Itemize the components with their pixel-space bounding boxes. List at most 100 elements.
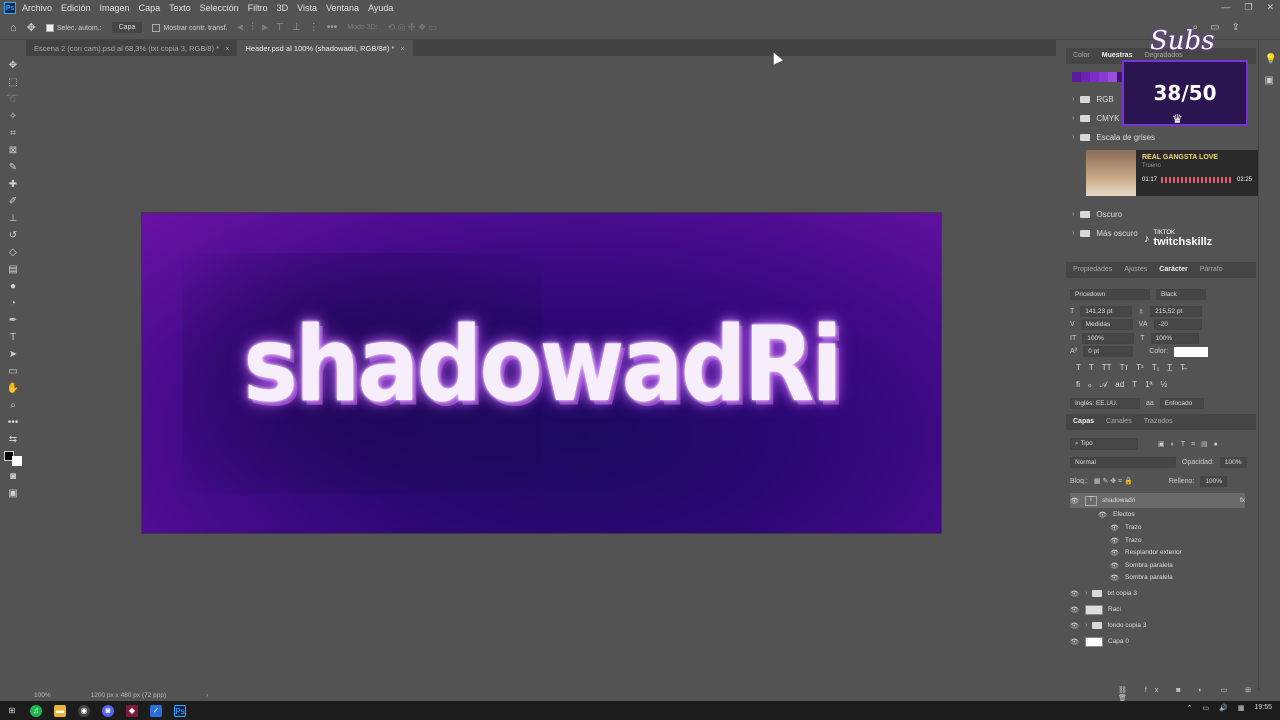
titling-icon[interactable]: T	[1132, 380, 1137, 390]
windows-start-icon[interactable]: ⊞	[6, 705, 18, 717]
color-swatch[interactable]	[1108, 72, 1117, 82]
align-top-icon[interactable]: ⊤	[275, 22, 284, 33]
fx-icon[interactable]: fx	[1240, 497, 1245, 504]
layer-effect-row[interactable]: 👁 Sombra paralela	[1070, 570, 1245, 585]
eye-icon[interactable]: 👁	[1110, 524, 1120, 532]
tab-trazados[interactable]: Trazados	[1144, 418, 1173, 426]
quick-mask-icon[interactable]: ◙	[6, 471, 20, 483]
lock-icons[interactable]: ▦ ✎ ✥ ⌗ 🔒	[1094, 477, 1133, 486]
learn-icon[interactable]: ▣	[1265, 75, 1275, 86]
type-tool-icon[interactable]: T	[6, 332, 20, 344]
shape-tool-icon[interactable]: ▭	[6, 366, 20, 378]
layers-footer-icons[interactable]: ⛓ fx ◙ ◐ ▭ ⊞ 🗑	[1118, 686, 1280, 702]
swash-icon[interactable]: 𝒜	[1100, 380, 1108, 390]
tab-parrafo[interactable]: Párrafo	[1200, 266, 1223, 274]
tab-canales[interactable]: Canales	[1106, 418, 1132, 426]
align-right-icon[interactable]: ⫸	[262, 22, 268, 33]
opacity-field[interactable]: 100%	[1219, 457, 1247, 468]
monitor-icon[interactable]: ▭	[1203, 704, 1210, 712]
close-icon[interactable]: ×	[400, 44, 404, 53]
kerning-field[interactable]: Medidas	[1080, 319, 1133, 330]
network-icon[interactable]: ▦	[1238, 704, 1245, 712]
gradient-tool-icon[interactable]: ▤	[6, 264, 20, 276]
tab-capas[interactable]: Capas	[1073, 418, 1094, 426]
tab-header[interactable]: Header.psd al 100% (shadowadri, RGB/8#) …	[237, 40, 413, 56]
crop-tool-icon[interactable]: ⌗	[6, 128, 20, 140]
fill-field[interactable]: 100%	[1200, 476, 1227, 487]
more-tools-icon[interactable]: •••	[6, 417, 20, 429]
eye-icon[interactable]: 👁	[1070, 590, 1080, 598]
auto-select-checkbox[interactable]: Selec. autom.:	[45, 23, 102, 32]
eyedropper-icon[interactable]: ✎	[6, 162, 20, 174]
faux-italic-icon[interactable]: T	[1089, 363, 1094, 372]
tab-muestras[interactable]: Muestras	[1102, 52, 1133, 60]
lasso-tool-icon[interactable]: ➰	[6, 94, 20, 106]
app-icon[interactable]: ✓	[150, 704, 162, 717]
eye-icon[interactable]: 👁	[1070, 497, 1080, 505]
small-caps-icon[interactable]: Tт	[1120, 363, 1129, 372]
show-transform-checkbox[interactable]: Mostrar contr. transf.	[152, 23, 228, 32]
clone-stamp-icon[interactable]: ⊥	[6, 213, 20, 225]
magic-wand-icon[interactable]: ✧	[6, 111, 20, 123]
menu-capa[interactable]: Capa	[139, 3, 161, 13]
file-explorer-icon[interactable]: ▬	[54, 704, 66, 717]
close-icon[interactable]: ×	[225, 44, 229, 53]
fractions-icon[interactable]: ½	[1161, 380, 1168, 390]
menu-3d[interactable]: 3D	[277, 3, 289, 13]
menu-ayuda[interactable]: Ayuda	[368, 3, 393, 13]
layer-row[interactable]: 👁 T shadowadri fx	[1070, 493, 1245, 508]
swatch-folder-oscuro[interactable]: › Oscuro	[1072, 210, 1122, 219]
close-icon[interactable]: ✕	[1266, 2, 1274, 13]
filter-icons[interactable]: ▣◐T⌗▤●	[1158, 440, 1224, 449]
subscript-icon[interactable]: T₁	[1152, 363, 1160, 372]
discretionary-icon[interactable]: ℴ	[1088, 380, 1092, 390]
antialias-select[interactable]: Enfocado	[1159, 398, 1204, 409]
move-tool-icon[interactable]: ✥	[27, 21, 36, 34]
layer-row[interactable]: 👁 Capa 0	[1070, 634, 1245, 649]
swatch-folder-rgb[interactable]: › RGB	[1072, 95, 1114, 104]
layer-select-dropdown[interactable]: Capa	[111, 22, 143, 33]
ordinals-icon[interactable]: 1ª	[1145, 380, 1152, 390]
photoshop-taskbar-icon[interactable]: Ps	[174, 704, 186, 717]
color-swatch[interactable]	[1090, 72, 1099, 82]
layer-group-row[interactable]: 👁 › txt copia 3	[1070, 586, 1245, 601]
layer-filter-select[interactable]: ⌕ Tipo	[1070, 438, 1138, 450]
eraser-icon[interactable]: ◇	[6, 247, 20, 259]
tracking-field[interactable]: -20	[1153, 319, 1202, 330]
move-tool-icon[interactable]: ✥	[6, 60, 20, 72]
marquee-tool-icon[interactable]: ⬚	[6, 77, 20, 89]
share-icon[interactable]: ⇪	[1232, 22, 1240, 33]
hand-tool-icon[interactable]: ✋	[6, 383, 20, 395]
distribute-icon[interactable]: ⋮	[309, 22, 319, 33]
stylistic-icon[interactable]: ad	[1115, 380, 1124, 390]
frame-tool-icon[interactable]: ⊠	[6, 145, 20, 157]
zoom-tool-icon[interactable]: ⌕	[6, 400, 20, 412]
font-family-select[interactable]: Pricedown	[1070, 289, 1150, 300]
faux-bold-icon[interactable]: T	[1076, 363, 1081, 372]
dodge-tool-icon[interactable]: ◔	[6, 298, 20, 310]
pen-tool-icon[interactable]: ✒	[6, 315, 20, 327]
horizontal-scale-field[interactable]: 100%	[1150, 333, 1199, 344]
menu-texto[interactable]: Texto	[169, 3, 191, 13]
menu-edicion[interactable]: Edición	[61, 3, 91, 13]
eye-icon[interactable]: 👁	[1070, 622, 1080, 630]
volume-icon[interactable]: 🔊	[1219, 704, 1228, 712]
all-caps-icon[interactable]: TT	[1102, 363, 1112, 372]
eye-icon[interactable]: 👁	[1110, 549, 1120, 557]
headline-text[interactable]: shadowadRi	[142, 305, 941, 425]
baseline-field[interactable]: 0 pt	[1083, 346, 1134, 357]
align-center-icon[interactable]: ⫶	[251, 22, 254, 33]
vertical-scale-field[interactable]: 100%	[1082, 333, 1135, 344]
lightbulb-icon[interactable]: 💡	[1265, 54, 1277, 65]
chevron-right-icon[interactable]: ›	[206, 692, 208, 699]
minimize-icon[interactable]: —	[1221, 2, 1230, 13]
menu-vista[interactable]: Vista	[297, 3, 317, 13]
color-swatch[interactable]	[1081, 72, 1090, 82]
ligature-icon[interactable]: ﬁ	[1076, 380, 1080, 390]
spotify-icon[interactable]: ♫	[30, 704, 42, 717]
underline-icon[interactable]: T̲	[1167, 363, 1172, 372]
language-select[interactable]: Inglés: EE.UU.	[1070, 398, 1140, 409]
menu-archivo[interactable]: Archivo	[22, 3, 52, 13]
eye-icon[interactable]: 👁	[1070, 606, 1080, 614]
eye-icon[interactable]: 👁	[1070, 638, 1080, 646]
